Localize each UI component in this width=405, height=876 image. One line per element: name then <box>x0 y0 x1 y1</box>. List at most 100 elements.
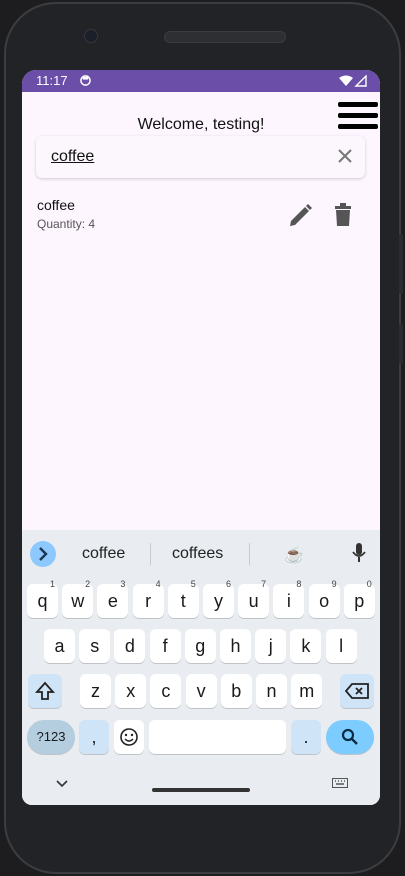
key-g[interactable]: g <box>184 629 216 663</box>
status-time: 11:17 <box>36 73 68 88</box>
key-s[interactable]: s <box>79 629 111 663</box>
key-label: v <box>196 681 206 701</box>
key-hint: 6 <box>225 579 231 589</box>
period-key[interactable]: . <box>291 720 321 754</box>
key-label: a <box>54 636 65 656</box>
key-label: r <box>145 591 152 611</box>
navigation-bar <box>22 766 380 805</box>
key-a[interactable]: a <box>44 629 75 663</box>
key-hint: 7 <box>261 579 267 589</box>
key-hint: 1 <box>49 579 55 589</box>
keyboard-icon[interactable] <box>332 778 348 788</box>
space-key[interactable] <box>149 720 286 754</box>
backspace-key[interactable] <box>340 674 374 708</box>
key-label: n <box>266 681 277 701</box>
key-u[interactable]: u7 <box>238 579 270 618</box>
shift-key[interactable] <box>28 674 62 708</box>
key-label: q <box>37 591 48 611</box>
pencil-icon[interactable] <box>287 203 313 229</box>
key-label: z <box>91 681 100 701</box>
key-label: h <box>230 636 241 656</box>
key-label: e <box>107 591 118 611</box>
front-camera <box>84 29 98 43</box>
key-k[interactable]: k <box>290 629 322 663</box>
key-label: f <box>162 636 168 656</box>
key-hint: 3 <box>120 579 126 589</box>
key-hint: 2 <box>85 579 91 589</box>
key-hint: 0 <box>366 579 372 589</box>
key-r[interactable]: r4 <box>132 579 164 618</box>
key-p[interactable]: p0 <box>343 579 375 618</box>
key-label: t <box>180 591 186 611</box>
key-label: p <box>354 591 365 611</box>
key-c[interactable]: c <box>150 674 182 708</box>
notification-icon <box>80 75 91 86</box>
suggestion-2[interactable]: coffees <box>172 545 223 563</box>
key-i[interactable]: i8 <box>273 579 305 618</box>
home-gesture-bar[interactable] <box>152 788 250 792</box>
suggestion-emoji[interactable]: ☕ <box>284 545 304 565</box>
item-name: coffee <box>37 197 75 213</box>
key-label: m <box>299 681 315 701</box>
key-m[interactable]: m <box>291 674 323 708</box>
signal-icon <box>339 75 367 87</box>
key-label: y <box>214 591 223 611</box>
on-screen-keyboard: coffee coffees ☕ q1w2e3r4t5y6u7i8o9p0 as… <box>22 530 380 805</box>
comma-key[interactable]: , <box>79 720 109 754</box>
key-b[interactable]: b <box>220 674 252 708</box>
key-hint: 5 <box>190 579 196 589</box>
search-input[interactable]: coffee <box>36 136 365 178</box>
key-hint: 8 <box>296 579 302 589</box>
key-label: k <box>301 636 311 656</box>
key-label: u <box>248 591 259 611</box>
trash-icon[interactable] <box>333 203 353 227</box>
chevron-right-icon[interactable] <box>30 541 56 567</box>
list-item[interactable]: coffee Quantity: 4 <box>37 195 367 235</box>
key-l[interactable]: l <box>325 629 357 663</box>
key-e[interactable]: e3 <box>97 579 129 618</box>
key-label: l <box>339 636 344 656</box>
search-input-value[interactable]: coffee <box>51 148 94 166</box>
power-button <box>399 324 403 364</box>
key-label: g <box>195 636 206 656</box>
key-o[interactable]: o9 <box>308 579 340 618</box>
app-screen: 11:17 Welcome, testing! coffee coffee Qu… <box>22 70 380 805</box>
key-y[interactable]: y6 <box>203 579 234 618</box>
key-w[interactable]: w2 <box>62 579 94 618</box>
microphone-icon[interactable] <box>352 543 366 563</box>
key-label: j <box>268 636 273 656</box>
symbols-key[interactable]: ?123 <box>27 720 75 754</box>
key-x[interactable]: x <box>115 674 147 708</box>
suggestion-1[interactable]: coffee <box>82 545 125 563</box>
suggestion-bar: coffee coffees ☕ <box>22 538 380 568</box>
key-z[interactable]: z <box>80 674 111 708</box>
key-q[interactable]: q1 <box>27 579 58 618</box>
item-quantity: Quantity: 4 <box>37 217 96 231</box>
key-j[interactable]: j <box>255 629 287 663</box>
chevron-down-icon[interactable] <box>56 780 68 788</box>
key-t[interactable]: t5 <box>167 579 199 618</box>
emoji-key[interactable] <box>114 720 144 754</box>
key-label: w <box>71 591 85 611</box>
hamburger-menu-icon[interactable] <box>338 102 378 132</box>
key-v[interactable]: v <box>185 674 217 708</box>
key-hint: 4 <box>155 579 161 589</box>
key-label: b <box>231 681 242 701</box>
key-label: s <box>90 636 100 656</box>
key-h[interactable]: h <box>220 629 251 663</box>
search-key[interactable] <box>326 720 374 754</box>
welcome-message: Welcome, testing! <box>137 116 265 133</box>
key-d[interactable]: d <box>114 629 146 663</box>
key-label: c <box>161 681 171 701</box>
key-label: x <box>126 681 136 701</box>
key-label: i <box>286 591 291 611</box>
key-f[interactable]: f <box>149 629 181 663</box>
key-n[interactable]: n <box>256 674 287 708</box>
divider <box>249 543 250 565</box>
volume-button <box>399 234 403 294</box>
key-hint: 9 <box>331 579 337 589</box>
close-icon[interactable] <box>335 146 355 166</box>
divider <box>150 543 151 565</box>
status-bar: 11:17 <box>22 70 380 92</box>
key-label: d <box>124 636 135 656</box>
